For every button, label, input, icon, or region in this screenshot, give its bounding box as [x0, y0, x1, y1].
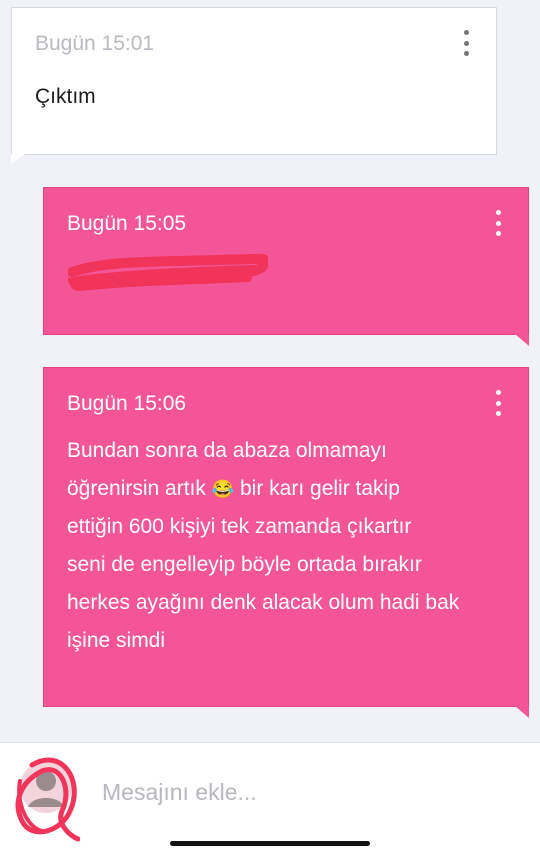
- message-line: öğrenirsin artık 😂 bir karı gelir takip: [67, 470, 507, 508]
- message-line: seni de engelleyip böyle ortada bırakır: [67, 553, 422, 576]
- message-line: herkes ayağını denk alacak olum hadi bak: [67, 591, 460, 614]
- message-bubble-outgoing: Bugün 15:05: [43, 187, 529, 335]
- message-timestamp: Bugün 15:06: [67, 392, 187, 415]
- avatar[interactable]: [12, 751, 80, 843]
- redaction-scribble: [68, 253, 268, 291]
- bubble-tail: [515, 334, 529, 346]
- message-input[interactable]: [100, 771, 504, 813]
- laughing-emoji-icon: 😂: [211, 479, 235, 499]
- message-line: Bundan sonra da abaza olmamayı: [67, 439, 387, 462]
- composer-bar: [0, 742, 540, 854]
- message-timestamp: Bugün 15:05: [67, 212, 187, 235]
- more-options-icon[interactable]: [496, 210, 502, 236]
- message-bubble-incoming: Bugün 15:01 Çıktım: [11, 7, 497, 155]
- message-bubble-outgoing: Bugün 15:06 Bundan sonra da abaza olmama…: [43, 367, 529, 707]
- bubble-tail: [11, 154, 25, 164]
- message-line-part: öğrenirsin artık: [67, 477, 206, 500]
- message-timestamp: Bugün 15:01: [35, 32, 155, 55]
- more-options-icon[interactable]: [464, 30, 470, 56]
- more-options-icon[interactable]: [496, 390, 502, 416]
- message-line: işine simdi: [67, 629, 166, 652]
- message-text: Çıktım: [35, 85, 96, 108]
- message-text: Bundan sonra da abaza olmamayı öğrenirsi…: [67, 432, 507, 660]
- message-line: ettiğin 600 kişiyi tek zamanda çıkartır: [67, 515, 412, 538]
- home-indicator: [170, 841, 370, 846]
- message-line-part: bir karı gelir takip: [240, 477, 400, 500]
- bubble-tail: [515, 706, 529, 718]
